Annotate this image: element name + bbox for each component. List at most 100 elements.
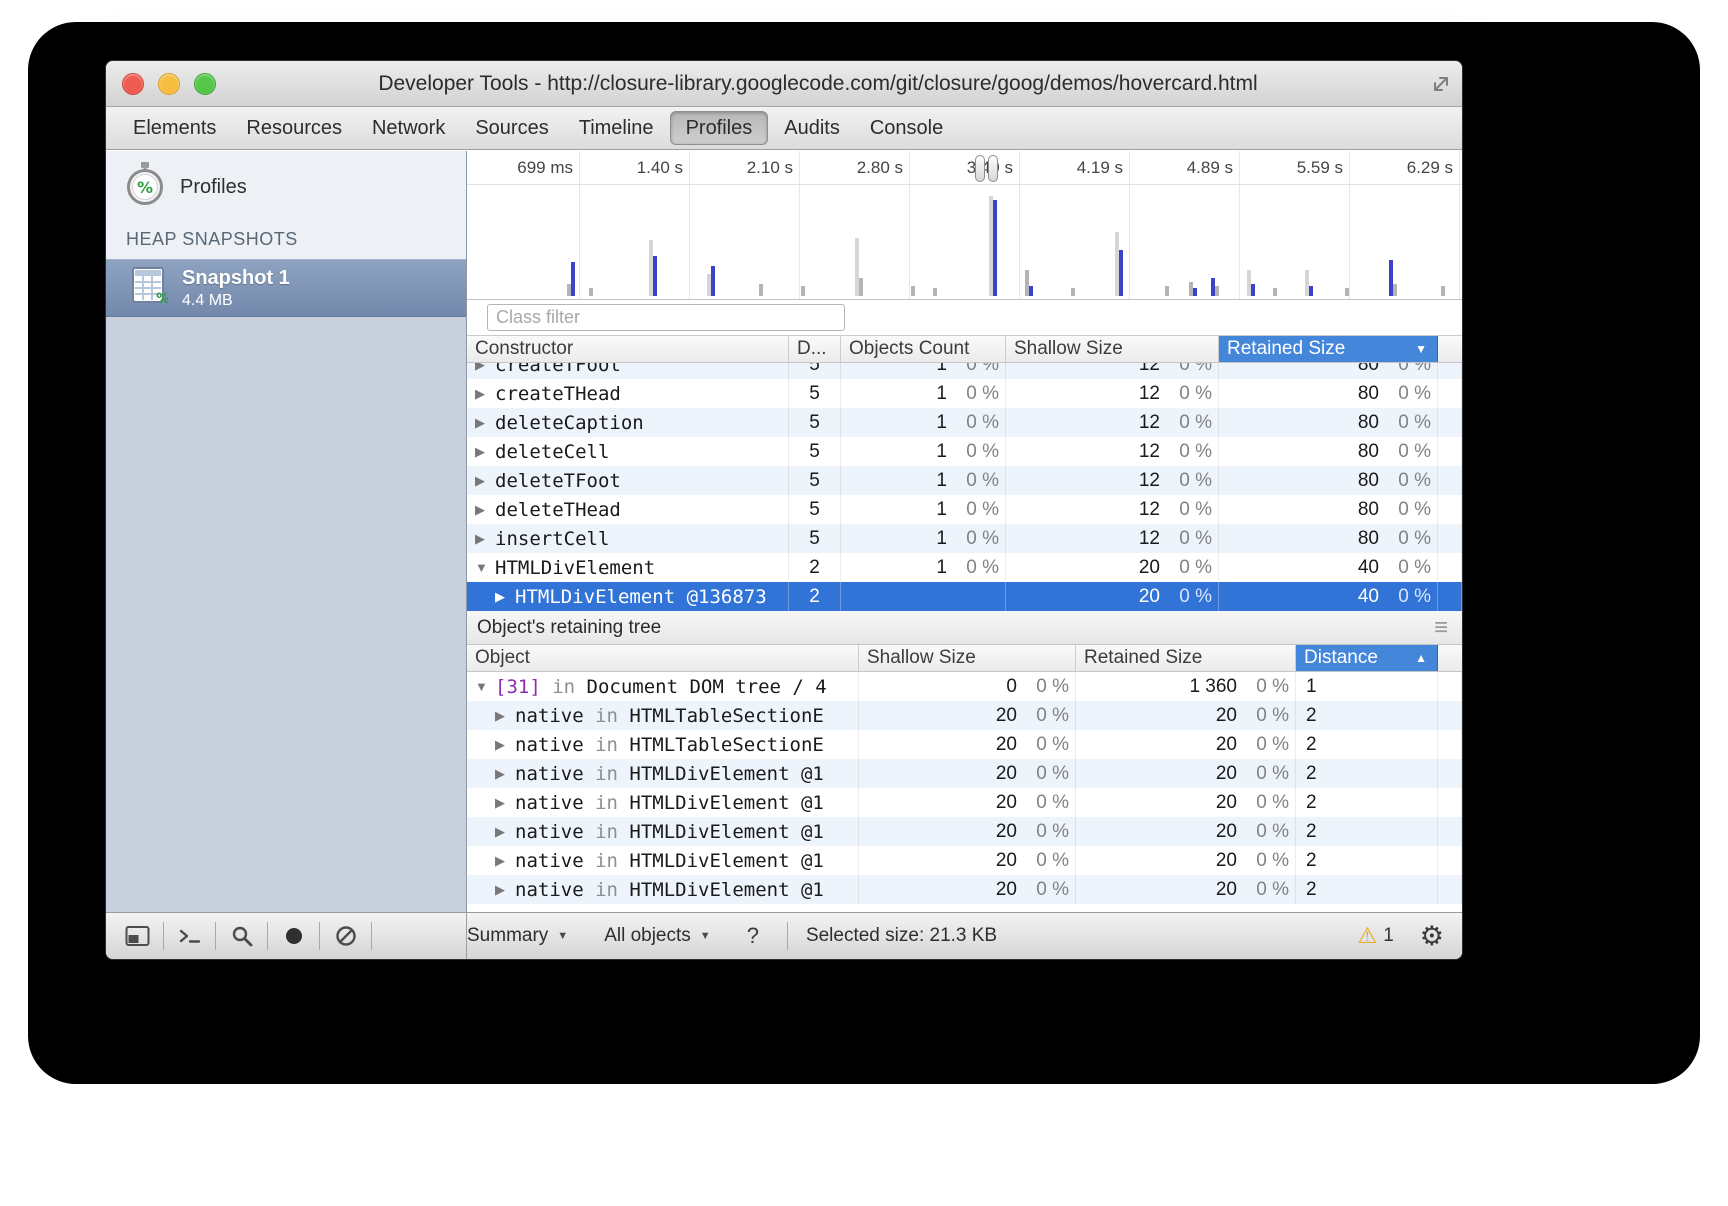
column-header-distance[interactable]: Distance▲ — [1296, 645, 1438, 671]
tab-resources[interactable]: Resources — [231, 107, 357, 149]
column-header-shallow-size[interactable]: Shallow Size — [859, 645, 1076, 671]
tab-sources[interactable]: Sources — [460, 107, 563, 149]
zoom-window-button[interactable] — [194, 73, 216, 95]
disclosure-icon[interactable]: ▶ — [475, 502, 495, 518]
warnings-indicator[interactable]: ⚠ 1 — [1357, 923, 1393, 949]
minimize-window-button[interactable] — [158, 73, 180, 95]
constructor-cell: ▶deleteCaption — [467, 408, 789, 437]
disclosure-icon[interactable]: ▶ — [495, 795, 515, 811]
column-header-retained-size[interactable]: Retained Size▼ — [1219, 336, 1438, 362]
distance-cell: 2 — [789, 553, 841, 582]
keyword-in: in — [541, 676, 587, 698]
table-row[interactable]: ▶deleteCell510 %120 %800 % — [467, 437, 1462, 466]
sidebar-item-snapshot-1[interactable]: % Snapshot 1 4.4 MB — [106, 259, 466, 317]
disclosure-icon[interactable]: ▶ — [495, 737, 515, 753]
object-cell: ▶native in HTMLDivElement @1 — [467, 846, 859, 875]
table-row[interactable]: ▶native in HTMLTableSectionE200 %200 %2 — [467, 701, 1462, 730]
column-header-constructor[interactable]: Constructor — [467, 336, 789, 362]
table-row[interactable]: ▶native in HTMLDivElement @1200 %200 %2 — [467, 788, 1462, 817]
disclosure-icon[interactable]: ▼ — [475, 560, 495, 575]
disclosure-icon[interactable]: ▶ — [495, 853, 515, 869]
filler-cell — [1438, 408, 1462, 437]
column-header-retained-size[interactable]: Retained Size — [1076, 645, 1296, 671]
tab-profiles[interactable]: Profiles — [670, 111, 769, 145]
disclosure-icon[interactable]: ▶ — [495, 882, 515, 898]
memory-allocation-bar — [859, 278, 863, 296]
objects-count-cell: 10 % — [841, 466, 1006, 495]
search-icon[interactable] — [216, 913, 267, 959]
class-filter-input[interactable] — [487, 304, 845, 331]
disclosure-icon[interactable]: ▶ — [475, 386, 495, 402]
disclosure-icon[interactable]: ▶ — [495, 708, 515, 724]
section-menu-icon[interactable]: ≡ — [1434, 614, 1448, 642]
tab-elements[interactable]: Elements — [118, 107, 231, 149]
class-filter-row — [467, 300, 1462, 336]
disclosure-icon[interactable]: ▶ — [475, 363, 495, 373]
tab-network[interactable]: Network — [357, 107, 460, 149]
help-button[interactable]: ? — [747, 923, 759, 949]
table-row[interactable]: ▶native in HTMLDivElement @1200 %200 %2 — [467, 817, 1462, 846]
table-row[interactable]: ▼HTMLDivElement210 %200 %400 % — [467, 553, 1462, 582]
memory-allocation-bar — [1309, 286, 1313, 296]
tab-timeline[interactable]: Timeline — [564, 107, 669, 149]
overview-scrubber-handle[interactable] — [975, 155, 998, 182]
disclosure-icon[interactable]: ▼ — [475, 679, 495, 694]
shallow-size-cell: 200 % — [859, 846, 1076, 875]
retained-size-cell: 200 % — [1076, 817, 1296, 846]
constructor-cell: ▶deleteCell — [467, 437, 789, 466]
filler-cell — [1438, 730, 1462, 759]
disclosure-icon[interactable]: ▶ — [475, 473, 495, 489]
shallow-size-cell: 200 % — [859, 817, 1076, 846]
settings-gear-icon[interactable]: ⚙ — [1420, 921, 1444, 952]
table-row[interactable]: ▶deleteCaption510 %120 %800 % — [467, 408, 1462, 437]
disclosure-icon[interactable]: ▶ — [475, 444, 495, 460]
console-drawer-button[interactable] — [164, 913, 215, 959]
filler-cell — [1438, 524, 1462, 553]
toolbar-separator — [371, 922, 372, 950]
heap-allocation-overview[interactable]: 699 ms1.40 s2.10 s2.80 s3.49 s4.19 s4.89… — [467, 151, 1462, 300]
close-window-button[interactable] — [122, 73, 144, 95]
object-name: HTMLDivElement @1 — [629, 792, 823, 814]
constructor-name: HTMLDivElement — [495, 557, 655, 579]
column-header-distance[interactable]: D... — [789, 336, 841, 362]
table-row[interactable]: ▶deleteTFoot510 %120 %800 % — [467, 466, 1462, 495]
table-row[interactable]: ▶deleteTHead510 %120 %800 % — [467, 495, 1462, 524]
disclosure-icon[interactable]: ▶ — [495, 589, 515, 605]
table-row[interactable]: ▶HTMLDivElement @1368732200 %400 % — [467, 582, 1462, 611]
summary-view-select[interactable]: Summary ▼ — [467, 925, 568, 947]
disclosure-icon[interactable]: ▶ — [495, 824, 515, 840]
window-title: Developer Tools - http://closure-library… — [216, 72, 1420, 96]
shallow-size-cell: 00 % — [859, 672, 1076, 701]
column-header-objects-count[interactable]: Objects Count — [841, 336, 1006, 362]
retaining-table-header: Object Shallow Size Retained Size Distan… — [467, 645, 1462, 672]
table-row[interactable]: ▶createTFoot510 %120 %800 % — [467, 363, 1462, 379]
tab-console[interactable]: Console — [855, 107, 958, 149]
objects-filter-select[interactable]: All objects ▼ — [604, 925, 711, 947]
table-row[interactable]: ▶native in HTMLDivElement @1200 %200 %2 — [467, 846, 1462, 875]
retained-size-cell: 200 % — [1076, 730, 1296, 759]
memory-allocation-bar — [711, 266, 715, 296]
column-header-object[interactable]: Object — [467, 645, 859, 671]
table-row[interactable]: ▼[31] in Document DOM tree / 400 %1 3600… — [467, 672, 1462, 701]
disclosure-icon[interactable]: ▶ — [495, 766, 515, 782]
table-row[interactable]: ▶native in HTMLDivElement @1200 %200 %2 — [467, 759, 1462, 788]
object-cell: ▼[31] in Document DOM tree / 4 — [467, 672, 859, 701]
disclosure-icon[interactable]: ▶ — [475, 415, 495, 431]
table-row[interactable]: ▶native in HTMLDivElement @1200 %200 %2 — [467, 875, 1462, 904]
window-titlebar[interactable]: Developer Tools - http://closure-library… — [106, 61, 1462, 107]
panel-tabbar: Elements Resources Network Sources Timel… — [106, 107, 1462, 150]
tab-audits[interactable]: Audits — [769, 107, 855, 149]
object-property: [31] — [495, 676, 541, 698]
svg-text:%: % — [137, 178, 153, 197]
shallow-size-cell: 200 % — [1006, 582, 1219, 611]
record-heap-snapshot-button[interactable] — [268, 913, 319, 959]
shallow-size-cell: 120 % — [1006, 379, 1219, 408]
column-header-shallow-size[interactable]: Shallow Size — [1006, 336, 1219, 362]
undock-resize-icon[interactable] — [1420, 72, 1462, 96]
table-row[interactable]: ▶native in HTMLTableSectionE200 %200 %2 — [467, 730, 1462, 759]
table-row[interactable]: ▶createTHead510 %120 %800 % — [467, 379, 1462, 408]
dock-side-button[interactable] — [112, 913, 163, 959]
table-row[interactable]: ▶insertCell510 %120 %800 % — [467, 524, 1462, 553]
disclosure-icon[interactable]: ▶ — [475, 531, 495, 547]
clear-profiles-button[interactable] — [320, 913, 371, 959]
